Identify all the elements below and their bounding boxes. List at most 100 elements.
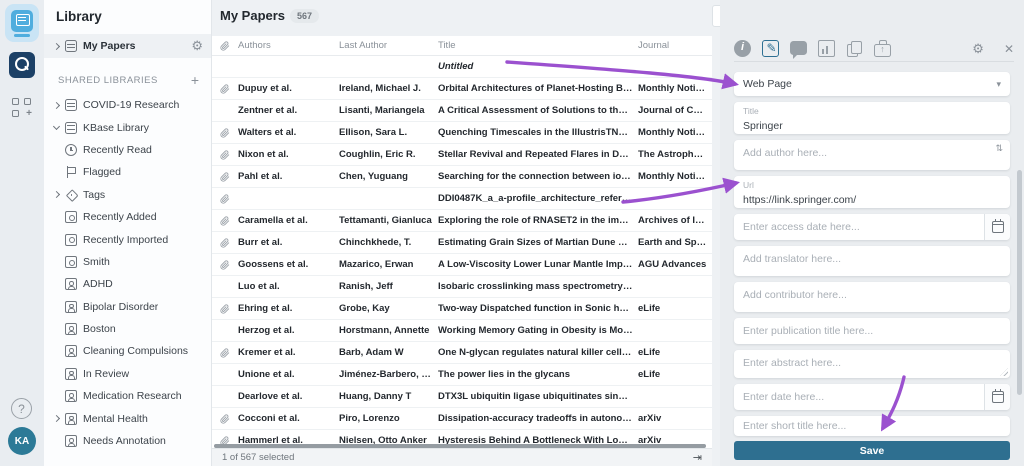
cell-title: Two-way Dispatched function in Sonic hed…	[438, 303, 638, 314]
chevron-icon[interactable]	[52, 391, 62, 401]
cell-authors: Nixon et al.	[238, 149, 339, 160]
copies-icon[interactable]	[846, 40, 863, 57]
sidebar-item[interactable]: Mental Health	[44, 407, 211, 429]
author-field[interactable]: Add author here... ⇅	[734, 140, 1010, 170]
info-icon[interactable]	[734, 40, 751, 57]
table-row[interactable]: Kremer et al. Barb, Adam W One N-glycan …	[212, 342, 712, 364]
table-row[interactable]: Luo et al. Ranish, Jeff Isobaric crossli…	[212, 276, 712, 298]
details-panel: ✎ ⚙ ✕ Web Page ▾ Title Springer Add auth…	[720, 0, 1024, 466]
export-icon[interactable]	[874, 44, 891, 57]
sidebar-item[interactable]: COVID-19 Research	[44, 94, 211, 116]
column-header-title[interactable]: Title	[438, 40, 638, 51]
chevron-icon[interactable]	[52, 279, 62, 289]
chevron-icon[interactable]	[52, 324, 62, 334]
chevron-icon[interactable]	[52, 369, 62, 379]
chevron-right-icon[interactable]	[52, 41, 62, 51]
chevron-icon[interactable]	[52, 257, 62, 267]
skip-to-end-icon[interactable]: ⇥	[693, 451, 702, 464]
chevron-icon[interactable]	[52, 190, 62, 200]
title-field[interactable]: Title Springer	[734, 102, 1010, 134]
table-row[interactable]: Goossens et al. Mazarico, Erwan A Low-Vi…	[212, 254, 712, 276]
chevron-icon[interactable]	[52, 235, 62, 245]
panel-scrollbar[interactable]	[1017, 170, 1022, 395]
date-field[interactable]: Enter date here...	[734, 384, 1010, 410]
sidebar-item-my-papers[interactable]: My Papers ⚙	[44, 34, 211, 58]
author-sort-icon[interactable]: ⇅	[995, 143, 1003, 154]
sidebar-item[interactable]: Boston	[44, 318, 211, 340]
table-row[interactable]: Caramella et al. Tettamanti, Gianluca Ex…	[212, 210, 712, 232]
table-row[interactable]: Untitled	[212, 56, 712, 78]
close-icon[interactable]: ✕	[1004, 42, 1014, 56]
abstract-field[interactable]: Enter abstract here...	[734, 350, 1010, 378]
sidebar-item[interactable]: Recently Imported	[44, 228, 211, 250]
contributor-field[interactable]: Add contributor here...	[734, 282, 1010, 312]
cell-last-author: Coughlin, Eric R.	[339, 149, 438, 160]
chevron-icon[interactable]	[52, 145, 62, 155]
list-icon	[65, 435, 77, 447]
table-row[interactable]: Cocconi et al. Piro, Lorenzo Dissipation…	[212, 408, 712, 430]
add-library-icon[interactable]: +	[187, 72, 203, 88]
chevron-icon[interactable]	[52, 302, 62, 312]
table-row[interactable]: Walters et al. Ellison, Sara L. Quenchin…	[212, 122, 712, 144]
sidebar-item[interactable]: Recently Added	[44, 206, 211, 228]
apps-grid-icon[interactable]: +	[12, 98, 31, 117]
table-row[interactable]: Unione et al. Jiménez-Barbero, Jesús The…	[212, 364, 712, 386]
chevron-icon[interactable]	[52, 212, 62, 222]
table-row[interactable]: Pahl et al. Chen, Yuguang Searching for …	[212, 166, 712, 188]
save-button[interactable]: Save	[734, 441, 1010, 460]
chevron-icon[interactable]	[52, 167, 62, 177]
sidebar-item[interactable]: KBase Library	[44, 116, 211, 138]
sidebar-item[interactable]: Smith	[44, 251, 211, 273]
sidebar-item[interactable]: Tags	[44, 184, 211, 206]
sidebar-item[interactable]: Recently Read	[44, 139, 211, 161]
sidebar-item[interactable]: Bipolar Disorder	[44, 296, 211, 318]
sidebar-item[interactable]: Needs Annotation	[44, 430, 211, 452]
comment-icon[interactable]	[790, 41, 807, 55]
calendar-icon	[992, 391, 1004, 403]
sidebar-item[interactable]: Flagged	[44, 161, 211, 183]
reference-type-select[interactable]: Web Page ▾	[734, 72, 1010, 96]
resize-handle[interactable]	[1000, 368, 1008, 376]
gear-icon[interactable]: ⚙	[972, 41, 984, 57]
sidebar-item-label: Boston	[83, 323, 116, 335]
table-row[interactable]: Dearlove et al. Huang, Danny T DTX3L ubi…	[212, 386, 712, 408]
help-icon[interactable]: ?	[11, 398, 32, 419]
sidebar-item[interactable]: In Review	[44, 363, 211, 385]
chevron-icon[interactable]	[52, 346, 62, 356]
access-date-field[interactable]: Enter access date here...	[734, 214, 1010, 240]
chevron-icon[interactable]	[52, 100, 62, 110]
table-row[interactable]: Burr et al. Chinchkhede, T. Estimating G…	[212, 232, 712, 254]
table-row[interactable]: Hammerl et al. Nielsen, Otto Anker Hyste…	[212, 430, 712, 444]
column-header-journal[interactable]: Journal	[638, 40, 712, 51]
table-row[interactable]: Herzog et al. Horstmann, Annette Working…	[212, 320, 712, 342]
table-row[interactable]: Nixon et al. Coughlin, Eric R. Stellar R…	[212, 144, 712, 166]
sidebar-item[interactable]: Cleaning Compulsions	[44, 340, 211, 362]
column-header-authors[interactable]: Authors	[238, 40, 339, 51]
table-body: Untitled Dupuy et al. Ireland, Michael J…	[212, 56, 712, 444]
edit-icon[interactable]: ✎	[762, 40, 779, 57]
table-row[interactable]: Ehring et al. Grobe, Kay Two-way Dispatc…	[212, 298, 712, 320]
chevron-icon[interactable]	[52, 123, 62, 133]
table-row[interactable]: Dupuy et al. Ireland, Michael J. Orbital…	[212, 78, 712, 100]
sidebar-item[interactable]: Medication Research	[44, 385, 211, 407]
paperclip-column-icon[interactable]	[212, 41, 238, 51]
shelf-icon	[65, 40, 77, 52]
publication-title-field[interactable]: Enter publication title here...	[734, 318, 1010, 344]
avatar[interactable]: KA	[8, 427, 36, 455]
chevron-icon[interactable]	[52, 414, 62, 424]
paperclip-icon	[212, 194, 238, 204]
search-nav-icon[interactable]	[9, 52, 35, 78]
table-row[interactable]: Zentner et al. Lisanti, Mariangela A Cri…	[212, 100, 712, 122]
calendar-button[interactable]	[984, 214, 1010, 240]
gear-icon[interactable]: ⚙	[191, 38, 203, 54]
metrics-icon[interactable]	[818, 40, 835, 57]
url-field[interactable]: Url https://link.springer.com/	[734, 176, 1010, 208]
translator-field[interactable]: Add translator here...	[734, 246, 1010, 276]
short-title-field[interactable]: Enter short title here...	[734, 416, 1010, 436]
calendar-button[interactable]	[984, 384, 1010, 410]
chevron-icon[interactable]	[52, 436, 62, 446]
sidebar-item[interactable]: ADHD	[44, 273, 211, 295]
library-app-icon[interactable]	[5, 4, 39, 42]
table-row[interactable]: DDI0487K_a_a-profile_architecture_refere…	[212, 188, 712, 210]
column-header-last-author[interactable]: Last Author	[339, 40, 438, 51]
